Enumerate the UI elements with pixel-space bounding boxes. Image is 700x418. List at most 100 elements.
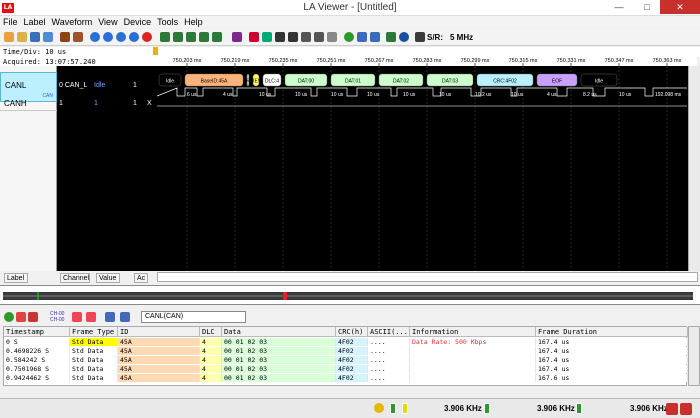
wand-icon[interactable] — [4, 32, 14, 42]
table-cell[interactable]: 45A — [118, 374, 200, 382]
menu-device[interactable]: Device — [121, 16, 155, 28]
minimize-button[interactable]: — — [606, 0, 632, 14]
table-cell[interactable]: Std Data — [70, 374, 118, 382]
table-cell[interactable]: 167.4 us — [536, 365, 688, 373]
channel-column-header[interactable]: Channel — [60, 273, 90, 283]
book2-icon[interactable] — [73, 32, 83, 42]
table-cell[interactable]: 167.4 us — [536, 347, 688, 355]
table-cell[interactable]: .... — [368, 347, 410, 355]
monitor-icon[interactable] — [357, 32, 367, 42]
table-cell[interactable]: .... — [368, 374, 410, 382]
col-frame-type[interactable]: Frame Type — [70, 327, 118, 337]
sample-rate-value[interactable]: 5 MHz — [450, 32, 473, 43]
table-cell[interactable]: 0.9424462 S — [4, 374, 70, 382]
save-icon[interactable] — [30, 32, 40, 42]
menu-help[interactable]: Help — [181, 16, 206, 28]
table-cell[interactable]: 00 01 02 03 — [222, 365, 336, 373]
info-icon[interactable] — [399, 32, 409, 42]
menu-waveform[interactable]: Waveform — [49, 16, 96, 28]
col-ascii[interactable]: ASCII(... — [368, 327, 410, 337]
channel-tag[interactable]: CH-00 CH-00 — [50, 311, 64, 323]
table-icon[interactable] — [327, 32, 337, 42]
table-cell[interactable]: Std Data — [70, 356, 118, 364]
bus-decode2-icon[interactable] — [120, 312, 130, 322]
table-cell[interactable]: 0.584242 S — [4, 356, 70, 364]
vertical-scrollbar[interactable] — [688, 66, 700, 271]
table-cell[interactable]: 45A — [118, 365, 200, 373]
table-cell[interactable]: 4 — [200, 338, 222, 346]
close-button[interactable]: ✕ — [660, 0, 700, 14]
col-id[interactable]: ID — [118, 327, 200, 337]
menu-label[interactable]: Label — [21, 16, 49, 28]
table-cell[interactable]: Std Data — [70, 338, 118, 346]
edge-icon[interactable] — [249, 32, 259, 42]
table-cell[interactable]: Std Data — [70, 365, 118, 373]
pulse-train2-icon[interactable] — [86, 312, 96, 322]
table-cell[interactable]: 45A — [118, 347, 200, 355]
table-cell[interactable]: 00 01 02 03 — [222, 347, 336, 355]
move-right-icon[interactable] — [173, 32, 183, 42]
table-cell[interactable]: 4 — [200, 365, 222, 373]
table-cell[interactable]: 00 01 02 03 — [222, 374, 336, 382]
table-cell[interactable]: 4F02 — [336, 338, 368, 346]
col-dlc[interactable]: DLC — [200, 327, 222, 337]
stop-icon[interactable] — [142, 32, 152, 42]
grid-icon[interactable] — [301, 32, 311, 42]
overview-track[interactable] — [3, 292, 693, 300]
maximize-button[interactable]: □ — [634, 0, 660, 14]
step-icon[interactable] — [116, 32, 126, 42]
car-icon[interactable] — [275, 32, 285, 42]
print-icon[interactable] — [43, 32, 53, 42]
table-cell[interactable] — [410, 347, 536, 355]
waveform-canvas[interactable]: Idle BaseID:45A R RES DLC:4 DAT:00 DAT:01 DAT:0… — [156, 66, 694, 271]
value-column-header[interactable]: Value — [96, 273, 120, 283]
col-frame-duration[interactable]: Frame Duration — [536, 327, 688, 337]
act-column-header[interactable]: Ac — [134, 273, 148, 283]
table-cell[interactable]: 0.4698226 S — [4, 347, 70, 355]
list-icon[interactable] — [314, 32, 324, 42]
col-timestamp[interactable]: Timestamp — [4, 327, 70, 337]
bus-icon[interactable] — [232, 32, 242, 42]
bar-chart-icon[interactable] — [16, 312, 26, 322]
table-cell[interactable]: .... — [368, 365, 410, 373]
book-icon[interactable] — [60, 32, 70, 42]
trigger-marker[interactable] — [153, 47, 158, 55]
settings-icon[interactable] — [344, 32, 354, 42]
table-cell[interactable]: 4F02 — [336, 356, 368, 364]
table-cell[interactable]: 00 01 02 03 — [222, 356, 336, 364]
pulse-train-icon[interactable] — [72, 312, 82, 322]
table-cell[interactable]: 167.4 us — [536, 356, 688, 364]
signal-icon[interactable] — [28, 312, 38, 322]
table-cell[interactable]: 45A — [118, 356, 200, 364]
repeat-icon[interactable] — [129, 32, 139, 42]
table-cell[interactable]: .... — [368, 356, 410, 364]
col-data[interactable]: Data — [222, 327, 336, 337]
table-cell[interactable] — [410, 374, 536, 382]
table-cell[interactable]: 4 — [200, 347, 222, 355]
table-cell[interactable]: .... — [368, 338, 410, 346]
move-up-icon[interactable] — [186, 32, 196, 42]
table-cell[interactable]: 0 S — [4, 338, 70, 346]
gear-icon[interactable] — [4, 312, 14, 322]
lightning-icon[interactable] — [386, 32, 396, 42]
move-left-icon[interactable] — [160, 32, 170, 42]
col-information[interactable]: Information — [410, 327, 536, 337]
single-icon[interactable] — [103, 32, 113, 42]
table-cell[interactable]: 4 — [200, 374, 222, 382]
bus-decode-icon[interactable] — [105, 312, 115, 322]
open-folder-icon[interactable] — [17, 32, 27, 42]
horizontal-scrollbar[interactable] — [157, 272, 698, 282]
table-cell[interactable]: Std Data — [70, 347, 118, 355]
table-cell[interactable]: 4F02 — [336, 374, 368, 382]
table-cell[interactable]: 4F02 — [336, 365, 368, 373]
table-cell[interactable]: 45A — [118, 338, 200, 346]
table-cell[interactable]: 167.4 us — [536, 338, 688, 346]
table-cell[interactable]: Data Rate: 500 Kbps — [410, 338, 536, 346]
protocol-select[interactable]: CANL(CAN) — [141, 311, 246, 323]
table-cell[interactable]: 4F02 — [336, 347, 368, 355]
table-cell[interactable] — [410, 365, 536, 373]
overview-panel[interactable] — [0, 285, 700, 305]
car2-icon[interactable] — [288, 32, 298, 42]
table-cell[interactable]: 4 — [200, 356, 222, 364]
zoom-in-icon[interactable] — [199, 32, 209, 42]
